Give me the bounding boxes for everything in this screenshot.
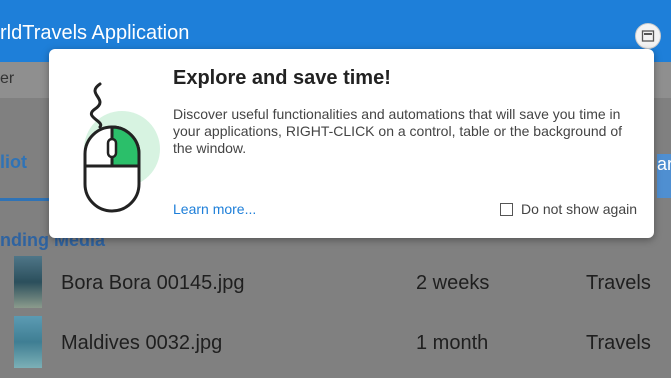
image-thumbnail <box>14 316 42 368</box>
do-not-show-again[interactable]: Do not show again <box>500 201 637 217</box>
file-name: Maldives 0032.jpg <box>61 332 223 354</box>
tip-popup: Explore and save time! Discover useful f… <box>49 49 654 238</box>
do-not-show-checkbox[interactable] <box>500 202 514 216</box>
list-item[interactable]: Bora Bora 00145.jpg 2 weeks Travels <box>0 254 671 314</box>
tab-library[interactable]: liot <box>0 152 27 173</box>
file-category: Travels <box>586 272 651 294</box>
image-thumbnail <box>14 256 42 308</box>
active-tab-indicator <box>0 198 52 201</box>
file-name: Bora Bora 00145.jpg <box>61 272 245 294</box>
list-item[interactable]: Maldives 0032.jpg 1 month Travels <box>0 314 671 374</box>
file-category: Travels <box>586 332 651 354</box>
mouse-right-click-icon <box>83 82 160 213</box>
app-window: rldTravels Application er liot ar nding … <box>0 0 671 378</box>
titlebar-panel-button[interactable] <box>635 23 661 49</box>
learn-more-link[interactable]: Learn more... <box>173 201 256 217</box>
do-not-show-label: Do not show again <box>521 201 637 217</box>
menu-item[interactable]: er <box>0 70 14 88</box>
popup-heading: Explore and save time! <box>173 67 391 89</box>
tab-right[interactable]: ar <box>657 154 671 198</box>
app-title: rldTravels Application <box>0 22 190 44</box>
file-age: 1 month <box>416 332 489 354</box>
file-age: 2 weeks <box>416 272 490 294</box>
panel-icon <box>641 30 655 42</box>
popup-body: Discover useful functionalities and auto… <box>173 106 623 156</box>
